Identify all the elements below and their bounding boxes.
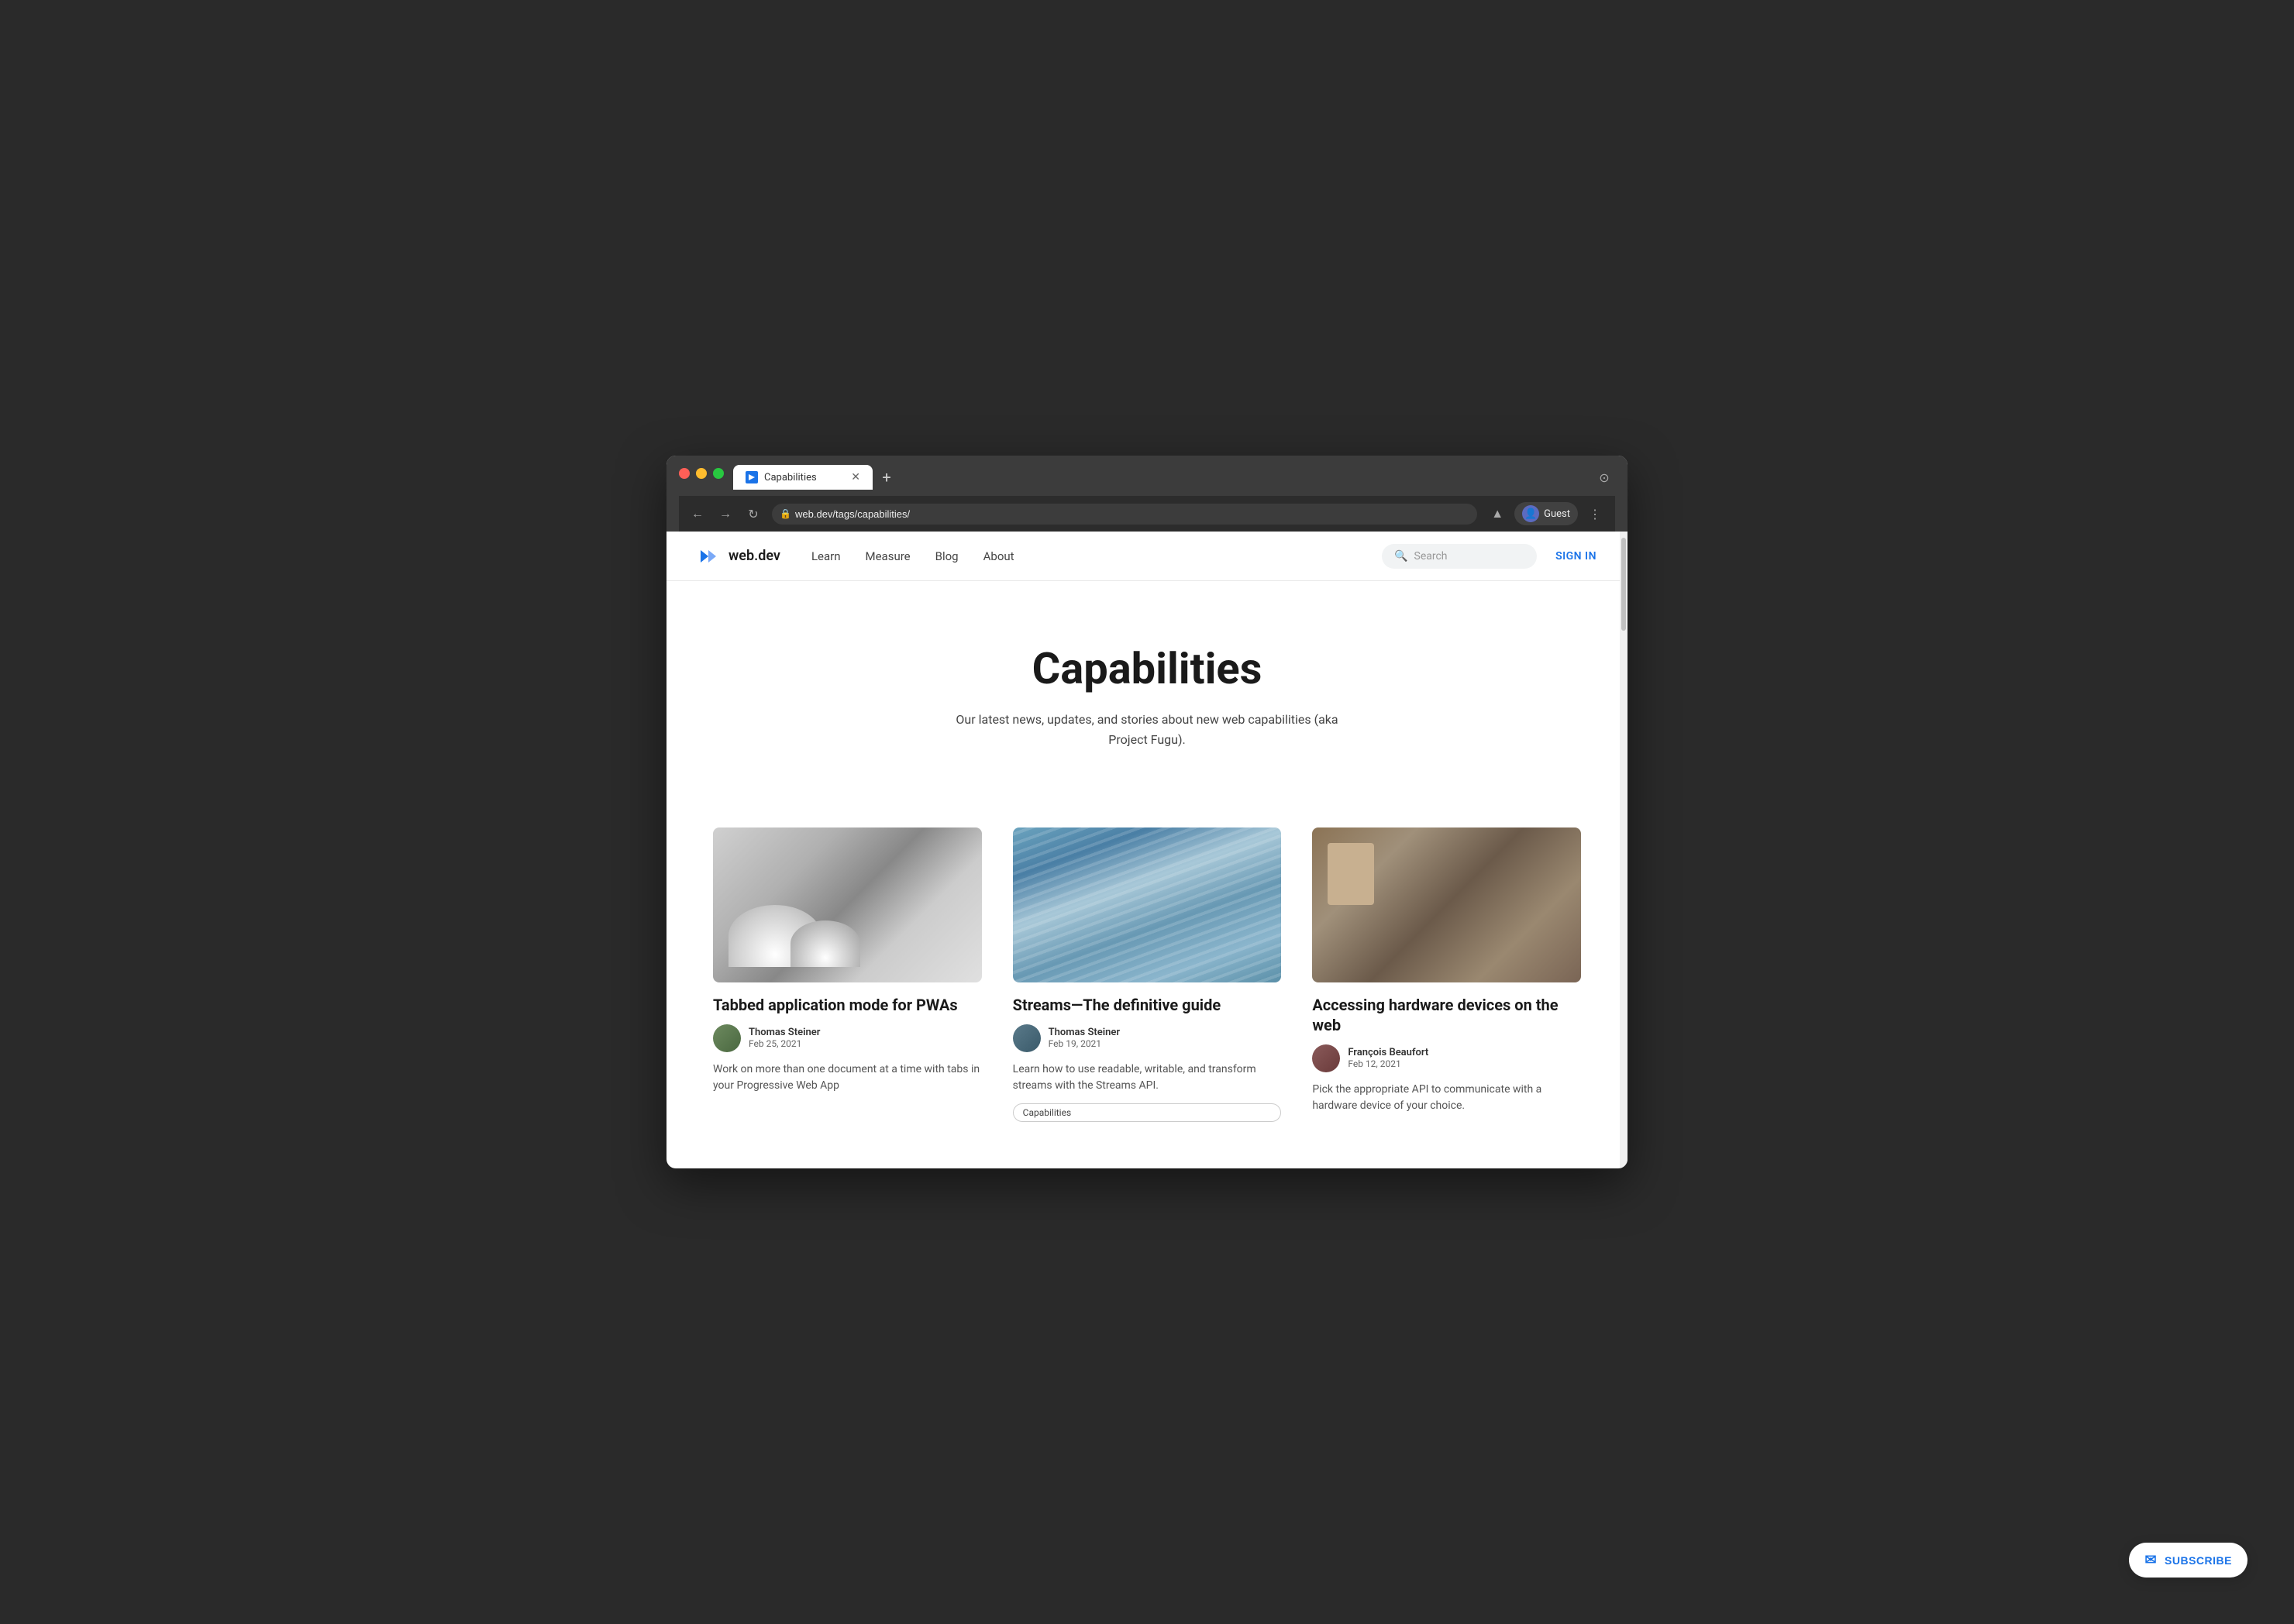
nav-link-learn[interactable]: Learn [811, 549, 841, 563]
new-tab-button[interactable]: + [874, 465, 899, 490]
author-avatar-2 [1013, 1024, 1041, 1052]
article-title-1: Tabbed application mode for PWAs [713, 995, 982, 1015]
author-avatar-3 [1312, 1044, 1340, 1072]
active-tab[interactable]: Capabilities ✕ [733, 465, 873, 490]
author-date-3: Feb 12, 2021 [1348, 1058, 1428, 1069]
subscribe-button[interactable]: ✉ SUBSCRIBE [2129, 1543, 2248, 1578]
nav-links: Learn Measure Blog About [811, 549, 1382, 563]
browser-settings-icon[interactable]: ⊙ [1593, 466, 1615, 488]
forward-button[interactable]: → [716, 504, 735, 523]
tab-close-button[interactable]: ✕ [851, 471, 860, 483]
tab-title: Capabilities [764, 472, 845, 483]
close-button[interactable] [679, 468, 690, 479]
maximize-button[interactable] [713, 468, 724, 479]
extensions-icon[interactable]: ▲ [1486, 503, 1508, 525]
article-card[interactable]: Tabbed application mode for PWAs Thomas … [713, 827, 982, 1122]
tab-favicon [746, 471, 758, 483]
author-name-3: François Beaufort [1348, 1047, 1428, 1058]
tab-bar: Capabilities ✕ + [733, 465, 899, 490]
browser-actions: ▲ 👤 Guest ⋮ [1486, 502, 1606, 525]
subscribe-label: SUBSCRIBE [2165, 1554, 2232, 1567]
author-info-1: Thomas Steiner Feb 25, 2021 [749, 1027, 820, 1049]
logo-icon [698, 544, 722, 569]
nav-link-about[interactable]: About [983, 549, 1014, 563]
address-input[interactable] [772, 504, 1477, 525]
hero-description: Our latest news, updates, and stories ab… [953, 710, 1341, 749]
scroll-indicator[interactable] [1620, 532, 1628, 1168]
author-row-2: Thomas Steiner Feb 19, 2021 [1013, 1024, 1282, 1052]
signin-button[interactable]: SIGN IN [1555, 550, 1596, 563]
author-info-2: Thomas Steiner Feb 19, 2021 [1049, 1027, 1120, 1049]
article-image-2 [1013, 827, 1282, 982]
logo-text: web.dev [728, 548, 780, 564]
back-button[interactable]: ← [688, 504, 707, 523]
nav-right: 🔍 Search SIGN IN [1382, 544, 1596, 569]
hero-title: Capabilities [698, 643, 1596, 694]
profile-label: Guest [1544, 508, 1570, 520]
search-placeholder: Search [1414, 550, 1448, 563]
site-logo[interactable]: web.dev [698, 544, 780, 569]
lock-icon: 🔒 [780, 508, 791, 519]
more-options-button[interactable]: ⋮ [1584, 503, 1606, 525]
tag-chip-capabilities[interactable]: Capabilities [1013, 1103, 1282, 1122]
address-bar: ← → ↻ 🔒 ▲ 👤 Guest ⋮ [679, 496, 1615, 532]
article-card[interactable]: Accessing hardware devices on the web Fr… [1312, 827, 1581, 1122]
reload-button[interactable]: ↻ [744, 504, 763, 523]
hero-section: Capabilities Our latest news, updates, a… [666, 581, 1628, 796]
article-excerpt-3: Pick the appropriate API to communicate … [1312, 1082, 1581, 1114]
minimize-button[interactable] [696, 468, 707, 479]
browser-chrome: Capabilities ✕ + ⊙ ← → ↻ 🔒 ▲ 👤 Guest [666, 456, 1628, 532]
article-image-1 [713, 827, 982, 982]
profile-button[interactable]: 👤 Guest [1514, 502, 1578, 525]
author-row-3: François Beaufort Feb 12, 2021 [1312, 1044, 1581, 1072]
article-card[interactable]: Streams—The definitive guide Thomas Stei… [1013, 827, 1282, 1122]
author-date-2: Feb 19, 2021 [1049, 1038, 1120, 1049]
nav-link-blog[interactable]: Blog [935, 549, 959, 563]
browser-window: Capabilities ✕ + ⊙ ← → ↻ 🔒 ▲ 👤 Guest [666, 456, 1628, 1168]
profile-avatar: 👤 [1522, 505, 1539, 522]
search-icon: 🔍 [1394, 550, 1407, 563]
nav-link-measure[interactable]: Measure [866, 549, 911, 563]
author-name-2: Thomas Steiner [1049, 1027, 1120, 1038]
article-excerpt-1: Work on more than one document at a time… [713, 1061, 982, 1094]
subscribe-icon: ✉ [2144, 1552, 2157, 1568]
article-excerpt-2: Learn how to use readable, writable, and… [1013, 1061, 1282, 1094]
article-grid: Tabbed application mode for PWAs Thomas … [666, 797, 1628, 1168]
scroll-thumb [1621, 538, 1626, 631]
site-nav: web.dev Learn Measure Blog About 🔍 Searc… [666, 532, 1628, 581]
author-avatar-1 [713, 1024, 741, 1052]
article-title-3: Accessing hardware devices on the web [1312, 995, 1581, 1035]
search-box[interactable]: 🔍 Search [1382, 544, 1537, 569]
site-wrapper: web.dev Learn Measure Blog About 🔍 Searc… [666, 532, 1628, 1168]
article-image-3 [1312, 827, 1581, 982]
address-bar-container[interactable]: 🔒 [772, 504, 1477, 525]
author-row-1: Thomas Steiner Feb 25, 2021 [713, 1024, 982, 1052]
author-name-1: Thomas Steiner [749, 1027, 820, 1038]
traffic-lights [679, 468, 724, 479]
author-date-1: Feb 25, 2021 [749, 1038, 820, 1049]
author-info-3: François Beaufort Feb 12, 2021 [1348, 1047, 1428, 1069]
article-title-2: Streams—The definitive guide [1013, 995, 1282, 1015]
